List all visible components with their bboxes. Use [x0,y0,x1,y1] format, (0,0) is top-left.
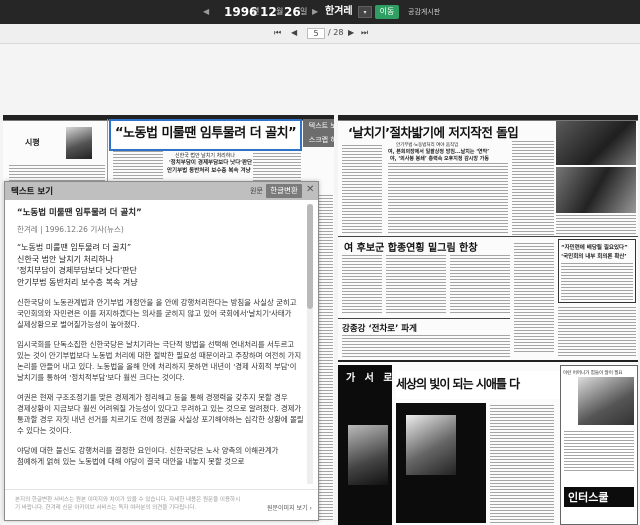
mid-rule [338,236,638,237]
ad-text: 세상의 빛이 되는 시애틀 다 [396,377,520,391]
text-viewer-panel: 텍스트 보기 원문 한글변환 ✕ “노동법 미룰땐 임투물려 더 골치” 한겨레… [4,181,319,521]
rule-3 [338,318,510,319]
year-unit: 년 [252,7,260,16]
hangul-convert-button[interactable]: 한글변환 [266,184,302,198]
article-paragraph: 신한국당이 노동관계법과 안기부법 개정안을 올 안에 강행처리한다는 방침을 … [17,298,297,329]
board-link[interactable]: 공감게시판 [408,0,440,24]
first-page-icon[interactable]: ⏮ [274,24,281,42]
right-sub2: 여, 본회의장에서 일괄상정 방침...날치는 ‘연막’ [388,149,490,155]
news-photo-2 [556,167,636,213]
photo-caption [556,215,636,235]
article-text-h [558,307,636,357]
panel-footer: 본지의 한글변환 서비스는 원본 이미지와 차이가 있을 수 있습니다. 자세한… [5,489,318,521]
article-text-g [514,243,554,353]
deck-line: 안기부법 동반처리 보수층 복속 겨냥 [17,277,138,287]
original-tab[interactable]: 원문 [250,186,263,196]
ad-text-body [490,405,554,523]
newspaper-name[interactable]: 한겨레 [325,0,353,24]
ad-book-photo [406,415,456,475]
page-total: / 28 [328,28,344,37]
original-image-link[interactable]: 원문이미지 보기 › [267,503,312,512]
next-page-icon[interactable]: ▶ [348,24,354,42]
left-headline: “노동법 미룰땐 임투물려 더 골치” [115,126,297,141]
next-date-button[interactable]: ▶ [312,0,318,24]
ad-right-photo [578,377,634,425]
article-title: “노동법 미룰땐 임투물려 더 골치” [17,208,142,218]
page-number-input[interactable]: 5 [307,28,325,39]
article-text-c [319,195,333,520]
day-value[interactable]: 26 [284,0,301,24]
article-deck: “노동법 미룰땐 임투물려 더 골치” 신한국 법안 날치기 처리하나 '정치부… [17,242,305,288]
article-text-a [113,151,163,181]
article-paragraph: 여권은 현재 구조조정기를 맞은 경제계가 정리해고 등을 통해 경쟁력을 갖추… [17,393,304,435]
day-unit: 일 [300,7,308,16]
newspaper-dropdown-chevron-icon[interactable]: ▾ [358,6,372,18]
newspaper-page-right[interactable]: ‘날치기’절차밟기에 저지작전 돌입 안기부법‧노동법처리 여야 움직임 여, … [338,115,638,525]
ad-logo: 인터스쿨 [568,491,609,504]
article-paragraph: 야당에 대한 불신도 강행처리를 결정한 요인이다. 신한국당은 노사 양측의 … [17,446,279,466]
article-text-c [512,141,554,235]
panel-scrollbar[interactable] [307,204,313,484]
page-navigation-bar: ⏮ ◀ 5 / 28 ▶ ⏭ [0,24,640,44]
deck-line: “노동법 미룰땐 임투물려 더 골치” [17,243,132,252]
ad-rule [338,360,638,362]
ad-right-text [564,431,634,471]
date-navigation-bar: ◀ 1996 년 12 월 26 일 ▶ 한겨레 ▾ 이동 공감게시판 [0,0,640,24]
article-text-f [450,255,510,315]
month-value[interactable]: 12 [260,0,277,24]
right-headline: ‘날치기’절차밟기에 저지작전 돌입 [348,125,519,140]
prev-page-icon[interactable]: ◀ [291,24,297,42]
month-unit: 월 [276,7,284,16]
left-sub3: 안기부법 동반처리 보수층 복속 겨냥 [167,168,251,174]
prev-date-button[interactable]: ◀ [203,0,209,24]
scrollbar-thumb[interactable] [307,204,313,309]
article-meta: 한겨레 | 1996.12.26 기사(뉴스) [17,225,124,234]
panel-title: 텍스트 보기 [11,187,54,197]
article-paragraph: 임시국회를 단독소집한 신한국당은 날치기라는 극단적 방법을 선택해 연내처리… [17,340,302,382]
text-view-button[interactable]: 텍스트 보기 [303,119,334,133]
ad-author-photo [348,425,388,485]
column-name: 시평 [25,138,40,147]
ad-small: 이런 어머니가 힘들이 많이 필요 [563,371,623,376]
col-divider [107,119,108,181]
panel-body[interactable]: “노동법 미룰땐 임투물려 더 골치” 한겨레 | 1996.12.26 기사(… [17,206,305,489]
article-text-b [388,163,508,235]
go-button[interactable]: 이동 [375,5,399,19]
scrap-button[interactable]: 스크랩 하기 [303,133,334,147]
article-text-d [342,255,382,315]
deck-line: '정치부담이 경제부담보다 낫다'판단 [17,266,137,275]
news-photo-1 [556,121,636,165]
sidebar-line1: “자민련에 배당될 필요있다” [561,245,628,251]
article-text-i [342,335,510,357]
columnist-photo [66,127,92,159]
sidebar-text [561,263,633,301]
right-headline3: 강종강 ‘전차로’ 파게 [342,324,417,334]
close-icon[interactable]: ✕ [306,184,314,195]
deck-line: 신한국 법안 날치기 처리하나 [17,254,113,264]
panel-header: 텍스트 보기 원문 한글변환 ✕ [5,182,318,200]
right-sub3: 야, ‘의사봉 봉쇄’ 총력속 오후지정 감시망 가동 [390,156,489,162]
article-text-b [253,153,301,181]
last-page-icon[interactable]: ⏭ [361,24,368,42]
article-text-e [386,255,446,315]
left-sub2: '정치부담이 경제부담보다 낫다'판단 [169,160,253,166]
right-headline2: 여 후보군 합종연횡 밑그림 한창 [344,243,478,254]
article-text-a [342,145,382,235]
sidebar-line2: ‘국민회의 내부 회의론 확산’ [561,254,627,260]
footer-note: 본지의 한글변환 서비스는 원본 이미지와 차이가 있을 수 있습니다. 자세한… [15,497,241,511]
